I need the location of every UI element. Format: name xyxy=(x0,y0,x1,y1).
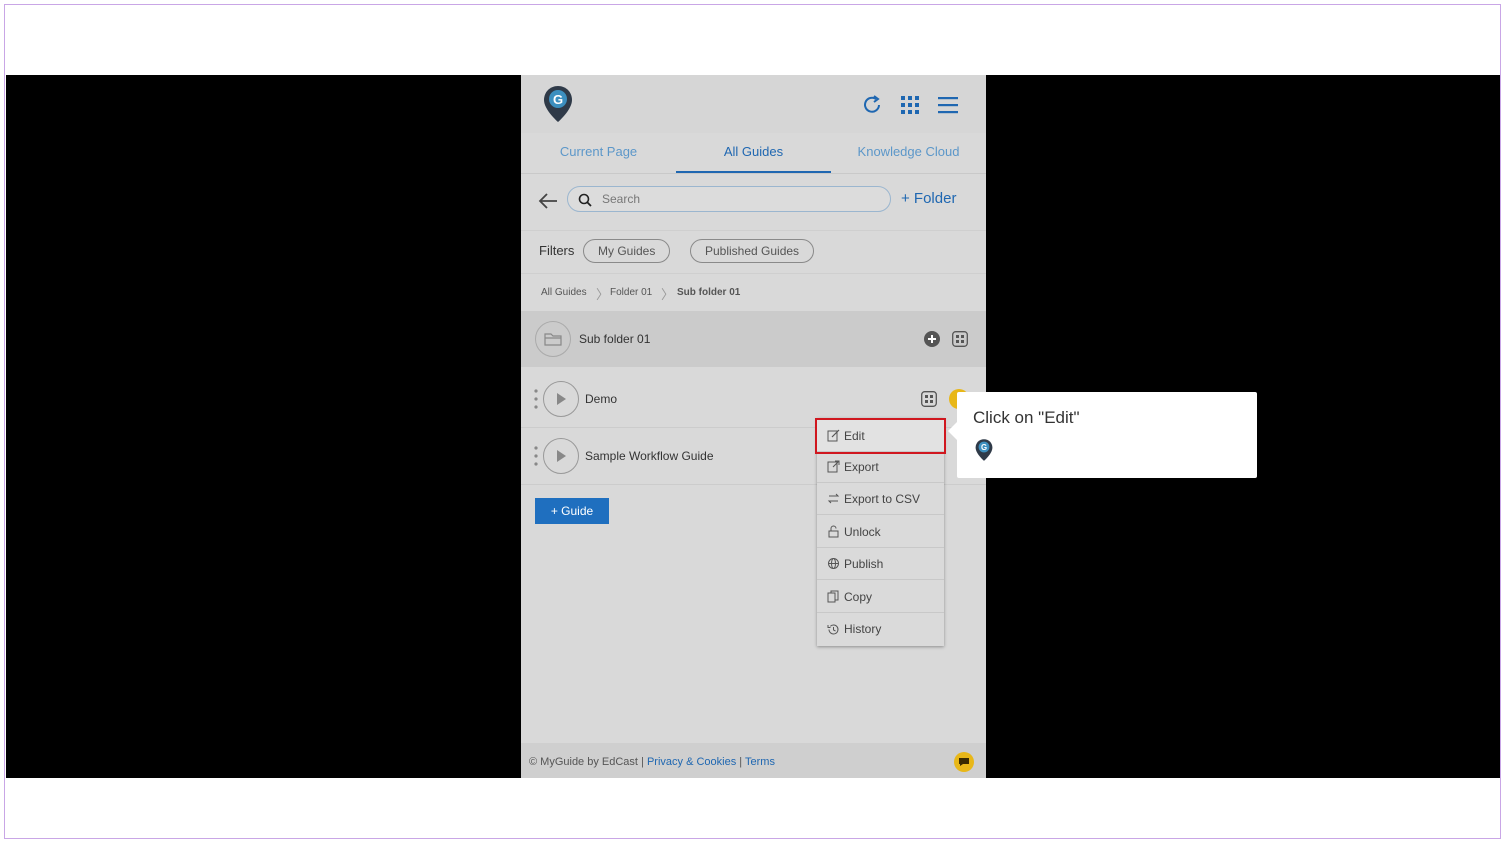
play-icon[interactable] xyxy=(543,438,579,474)
privacy-link[interactable]: Privacy & Cookies xyxy=(647,756,736,768)
breadcrumb-folder-01[interactable]: Folder 01 xyxy=(610,287,652,298)
menu-item-export[interactable]: Export xyxy=(817,451,944,483)
folder-row[interactable]: Sub folder 01 xyxy=(521,311,986,367)
guide-options-icon[interactable] xyxy=(921,391,937,412)
myguide-logo-icon: G xyxy=(543,85,573,128)
menu-item-edit[interactable]: Edit xyxy=(815,418,946,454)
tooltip-text: Click on "Edit" xyxy=(973,408,1080,427)
menu-label: Publish xyxy=(844,556,884,571)
search-box xyxy=(567,186,891,212)
filters-label: Filters xyxy=(539,243,575,258)
export-csv-icon xyxy=(827,492,841,506)
menu-label: Edit xyxy=(844,428,865,443)
tab-knowledge-cloud[interactable]: Knowledge Cloud xyxy=(831,133,986,173)
breadcrumb-sub-folder-01: Sub folder 01 xyxy=(677,287,741,298)
breadcrumb-all-guides[interactable]: All Guides xyxy=(541,287,587,298)
search-input[interactable] xyxy=(600,191,874,207)
publish-globe-icon xyxy=(827,557,841,571)
edit-icon xyxy=(827,429,841,443)
guide-context-menu: Edit Export Export to CSV Unlock Publish… xyxy=(815,418,946,646)
back-arrow-icon[interactable] xyxy=(537,190,559,212)
refresh-icon[interactable] xyxy=(860,93,884,117)
guide-name: Demo xyxy=(585,392,618,406)
folder-icon xyxy=(535,321,571,357)
menu-item-history[interactable]: History xyxy=(817,613,944,645)
apps-grid-icon[interactable] xyxy=(898,93,922,117)
footer-separator: | xyxy=(739,756,743,768)
menu-label: Copy xyxy=(844,589,873,604)
play-icon[interactable] xyxy=(543,381,579,417)
drag-handle-icon[interactable] xyxy=(534,389,538,414)
menu-label: Export to CSV xyxy=(844,491,921,506)
export-icon xyxy=(827,460,841,474)
guide-tabs: Current Page All Guides Knowledge Cloud xyxy=(521,133,986,174)
folder-options-icon[interactable] xyxy=(952,331,968,352)
filter-chip-my-guides[interactable]: My Guides xyxy=(583,239,671,263)
breadcrumb: All Guides 〉 Folder 01 〉 Sub folder 01 xyxy=(521,273,986,310)
breadcrumb-chevron-icon: 〉 xyxy=(596,287,610,302)
guide-name: Sample Workflow Guide xyxy=(585,449,714,463)
tab-current-page[interactable]: Current Page xyxy=(521,133,676,173)
menu-item-unlock[interactable]: Unlock xyxy=(817,516,944,548)
footer-separator: | xyxy=(641,756,644,768)
filter-chip-published-guides[interactable]: Published Guides xyxy=(690,239,815,263)
terms-link[interactable]: Terms xyxy=(745,756,775,768)
panel-header: G xyxy=(521,75,986,133)
svg-text:G: G xyxy=(981,443,987,452)
tab-all-guides[interactable]: All Guides xyxy=(676,133,831,173)
myguide-logo-icon: G xyxy=(975,438,993,467)
search-icon xyxy=(578,193,592,212)
copy-icon xyxy=(827,590,841,604)
menu-item-publish[interactable]: Publish xyxy=(817,548,944,580)
history-icon xyxy=(827,622,841,636)
chat-icon[interactable] xyxy=(954,752,974,772)
menu-label: Unlock xyxy=(844,524,881,539)
folder-name: Sub folder 01 xyxy=(579,332,651,346)
menu-label: Export xyxy=(844,459,879,474)
drag-handle-icon[interactable] xyxy=(534,446,538,471)
footer-copyright: © MyGuide by EdCast xyxy=(529,756,638,768)
filters-bar: Filters My Guides Published Guides xyxy=(521,231,986,273)
add-folder-button[interactable]: + Folder xyxy=(901,190,956,207)
add-guide-button[interactable]: + Guide xyxy=(535,498,609,524)
menu-item-export-csv[interactable]: Export to CSV xyxy=(817,483,944,515)
hamburger-menu-icon[interactable] xyxy=(936,93,960,117)
panel-footer: © MyGuide by EdCast | Privacy & Cookies … xyxy=(521,743,986,778)
menu-item-copy[interactable]: Copy xyxy=(817,581,944,613)
guide-step-tooltip: Click on "Edit" G xyxy=(948,392,1257,478)
add-circle-icon[interactable] xyxy=(924,331,940,352)
svg-text:G: G xyxy=(553,92,563,107)
breadcrumb-chevron-icon: 〉 xyxy=(661,287,675,302)
tooltip-arrow xyxy=(948,422,957,440)
search-row: + Folder xyxy=(521,174,986,231)
unlock-icon xyxy=(827,525,841,539)
menu-label: History xyxy=(844,622,882,636)
footer-text: © MyGuide by EdCast | Privacy & Cookies … xyxy=(529,756,775,768)
